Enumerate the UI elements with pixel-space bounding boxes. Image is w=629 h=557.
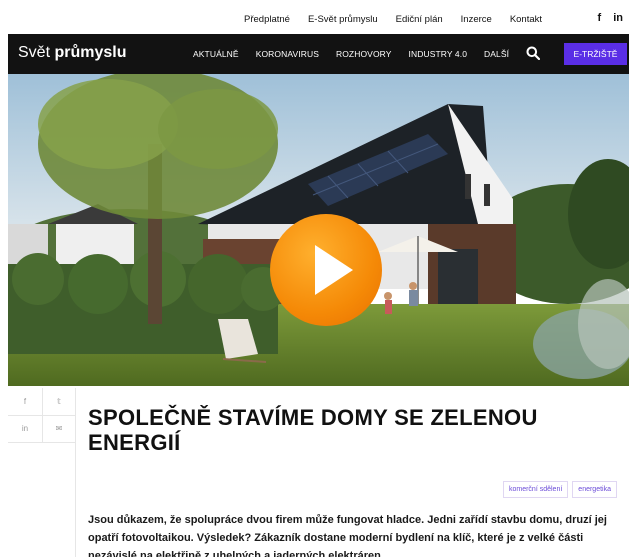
- utility-link-kontakt[interactable]: Kontakt: [510, 14, 542, 25]
- linkedin-icon[interactable]: in: [613, 12, 623, 24]
- logo-text-light: Svět: [18, 44, 55, 61]
- article-tags: komerční sdělení energetika: [502, 481, 617, 498]
- social-links: f in: [598, 12, 623, 24]
- utility-link-inzerce[interactable]: Inzerce: [461, 14, 492, 25]
- play-button[interactable]: [270, 214, 382, 326]
- tag-komercni-sdeleni[interactable]: komerční sdělení: [502, 481, 569, 498]
- divider: [75, 388, 76, 557]
- utility-link-predplatne[interactable]: Předplatné: [244, 14, 290, 25]
- nav-item-aktualne[interactable]: AKTUÁLNĚ: [193, 49, 239, 59]
- utility-link-edicni-plan[interactable]: Ediční plán: [396, 14, 443, 25]
- site-logo[interactable]: Svět průmyslu: [18, 44, 126, 62]
- article-title: SPOLEČNĚ STAVÍME DOMY SE ZELENOU ENERGIÍ: [88, 405, 538, 455]
- facebook-icon[interactable]: f: [598, 12, 602, 24]
- play-icon: [315, 245, 353, 295]
- e-trziste-button[interactable]: E-TRŽIŠTĚ: [564, 43, 627, 65]
- share-facebook-icon[interactable]: f: [8, 388, 42, 415]
- main-navigation: Svět průmyslu AKTUÁLNĚ KORONAVIRUS ROZHO…: [8, 34, 629, 74]
- utility-link-e-svet[interactable]: E-Svět průmyslu: [308, 14, 378, 25]
- tag-energetika[interactable]: energetika: [572, 481, 617, 498]
- article-perex: Jsou důkazem, že spolupráce dvou firem m…: [88, 514, 607, 557]
- nav-menu: AKTUÁLNĚ KORONAVIRUS ROZHOVORY INDUSTRY …: [193, 49, 526, 59]
- hero-video[interactable]: [8, 74, 629, 386]
- nav-item-industry[interactable]: INDUSTRY 4.0: [409, 49, 468, 59]
- share-twitter-icon[interactable]: 𝕥: [42, 388, 76, 415]
- search-icon[interactable]: [526, 46, 540, 60]
- logo-text-bold: průmyslu: [54, 44, 127, 61]
- divider: [42, 388, 43, 442]
- share-email-icon[interactable]: ✉: [42, 415, 76, 442]
- nav-item-dalsi[interactable]: DALŠÍ: [484, 49, 509, 59]
- divider: [8, 442, 76, 443]
- share-linkedin-icon[interactable]: in: [8, 415, 42, 442]
- top-utility-bar: Předplatné E-Svět průmyslu Ediční plán I…: [8, 8, 629, 34]
- nav-item-koronavirus[interactable]: KORONAVIRUS: [256, 49, 319, 59]
- nav-item-rozhovory[interactable]: ROZHOVORY: [336, 49, 392, 59]
- share-buttons: f 𝕥 in ✉: [8, 388, 76, 557]
- utility-links: Předplatné E-Svět průmyslu Ediční plán I…: [244, 14, 560, 25]
